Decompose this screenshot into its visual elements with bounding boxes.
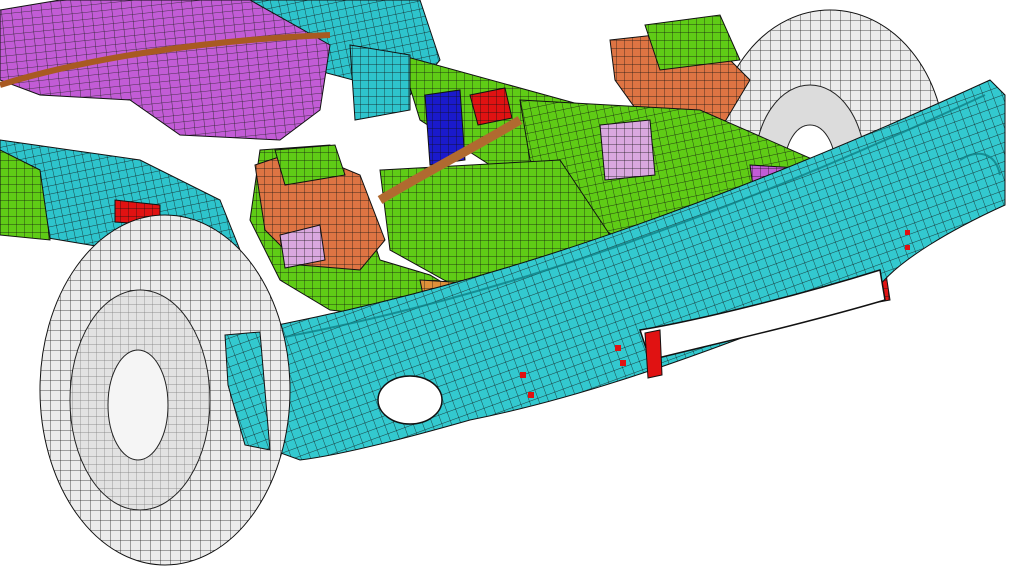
vehicle-frame-mesh-model: [0, 0, 1006, 566]
mesh-viewport: [0, 0, 1024, 585]
fuel-tank: [0, 0, 331, 141]
